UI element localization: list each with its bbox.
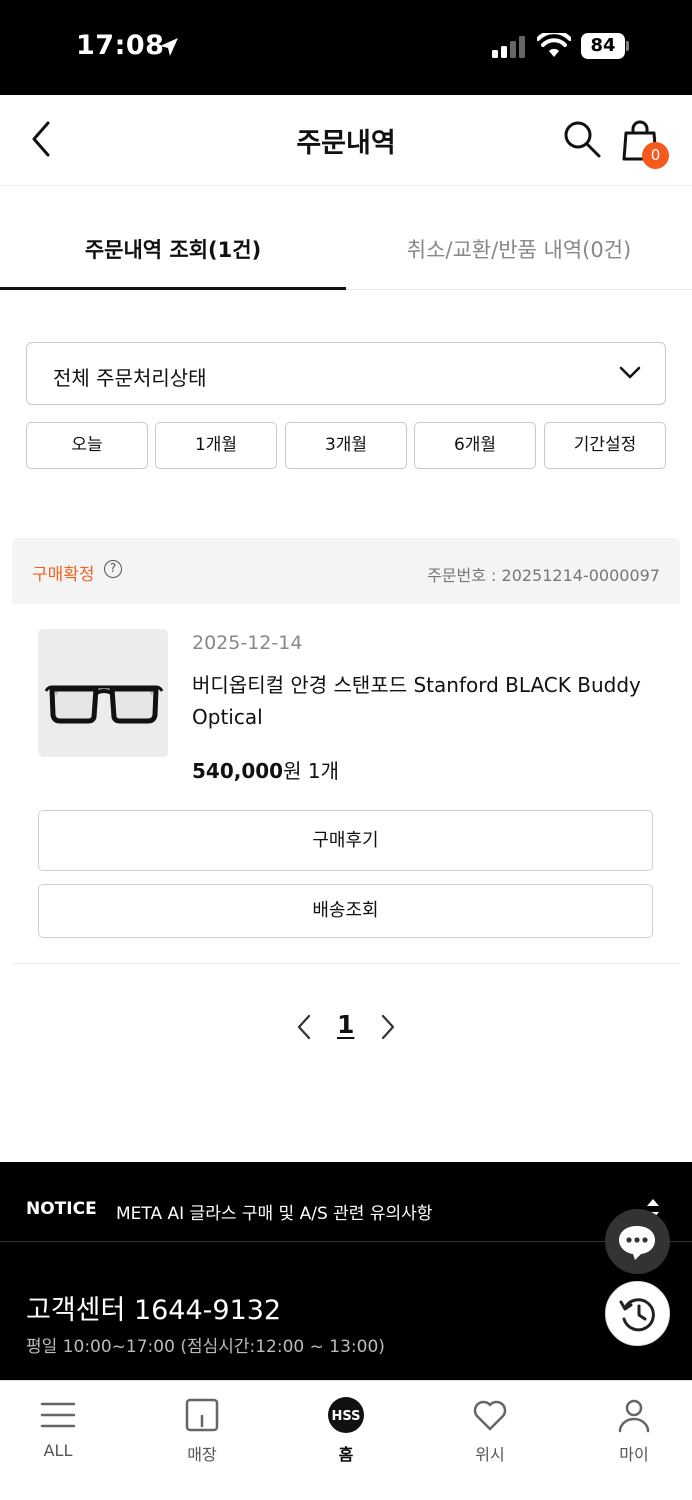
order-card-header: 구매확정 ? 주문번호 : 20251214-0000097 (12, 538, 680, 604)
status-time: 17:08 (76, 30, 165, 61)
order-status-select-value: 전체 주문처리상태 (53, 366, 207, 390)
heart-icon (473, 1400, 507, 1431)
history-icon (619, 1298, 655, 1332)
period-today-button[interactable]: 오늘 (26, 422, 148, 469)
page-number-current[interactable]: 1 (337, 1010, 354, 1039)
product-name[interactable]: 버디옵티컬 안경 스탠포드 Stanford BLACK Buddy Optic… (192, 669, 662, 733)
order-card: 구매확정 ? 주문번호 : 20251214-0000097 2025-12-1… (12, 538, 680, 964)
battery-icon: 84 (581, 33, 629, 59)
pagination: 1 (0, 1010, 692, 1046)
product-quantity: 1개 (307, 759, 339, 783)
chevron-left-icon[interactable] (296, 1014, 312, 1040)
help-icon[interactable]: ? (104, 560, 122, 578)
cellular-signal-icon (492, 36, 525, 58)
nav-label-wish: 위시 (475, 1445, 505, 1464)
battery-level: 84 (581, 33, 625, 59)
period-1month-button[interactable]: 1개월 (155, 422, 277, 469)
chat-bubble-icon (619, 1226, 655, 1260)
nav-label-all: ALL (43, 1441, 73, 1460)
menu-icon (40, 1402, 76, 1428)
site-footer: NOTICE META AI 글라스 구매 및 A/S 관련 유의사항 고객센터… (0, 1162, 692, 1392)
product-image[interactable] (38, 629, 168, 757)
nav-label-my: 마이 (619, 1445, 649, 1464)
nav-label-home: 홈 (338, 1445, 354, 1464)
nav-store[interactable]: 매장 (142, 1381, 262, 1481)
nav-home[interactable]: HSS 홈 (286, 1381, 406, 1481)
person-icon (618, 1399, 650, 1433)
wifi-icon (537, 33, 571, 57)
chevron-down-icon (619, 366, 641, 379)
tab-order-history[interactable]: 주문내역 조회(1건) (0, 213, 346, 290)
order-tabs: 주문내역 조회(1건) 취소/교환/반품 내역(0건) (0, 213, 692, 290)
price-unit: 원 (283, 759, 302, 783)
bottom-navigation: ALL 매장 HSS 홈 위시 마이 (0, 1380, 692, 1500)
eyeglasses-icon (44, 685, 164, 724)
order-date: 2025-12-14 (192, 632, 303, 654)
chevron-right-icon[interactable] (380, 1014, 396, 1040)
order-number: 주문번호 : 20251214-0000097 (427, 566, 660, 585)
notice-text[interactable]: META AI 글라스 구매 및 A/S 관련 유의사항 (116, 1199, 432, 1224)
app-header: 주문내역 (0, 95, 692, 186)
store-icon (185, 1398, 219, 1432)
tab-cancel-return-history[interactable]: 취소/교환/반품 내역(0건) (346, 213, 692, 290)
price-row: 540,000원 1개 (192, 755, 339, 784)
period-custom-button[interactable]: 기간설정 (544, 422, 666, 469)
period-6month-button[interactable]: 6개월 (414, 422, 536, 469)
notice-label: NOTICE (26, 1199, 97, 1219)
nav-all[interactable]: ALL (0, 1381, 118, 1481)
home-logo-text: HSS (331, 1409, 360, 1424)
cart-count-badge: 0 (642, 142, 669, 169)
write-review-button[interactable]: 구매후기 (38, 810, 653, 871)
search-icon[interactable] (562, 119, 602, 159)
nav-wish[interactable]: 위시 (430, 1381, 550, 1481)
nav-label-store: 매장 (187, 1445, 217, 1464)
notice-bar[interactable]: NOTICE META AI 글라스 구매 및 A/S 관련 유의사항 (0, 1162, 692, 1242)
order-status-select[interactable]: 전체 주문처리상태 (26, 342, 666, 405)
product-price: 540,000 (192, 759, 284, 783)
customer-center-title: 고객센터 1644-9132 (26, 1295, 282, 1326)
order-status-label: 구매확정 (32, 565, 95, 585)
location-arrow-icon (160, 38, 178, 56)
nav-my[interactable]: 마이 (574, 1381, 692, 1481)
home-logo-icon: HSS (328, 1397, 364, 1433)
customer-center-hours: 평일 10:00~17:00 (점심시간:12:00 ~ 13:00) (26, 1337, 385, 1357)
track-shipping-button[interactable]: 배송조회 (38, 884, 653, 938)
status-bar: 17:08 84 (0, 0, 692, 95)
chat-button[interactable] (605, 1209, 670, 1274)
period-3month-button[interactable]: 3개월 (285, 422, 407, 469)
recent-history-button[interactable] (605, 1281, 670, 1346)
